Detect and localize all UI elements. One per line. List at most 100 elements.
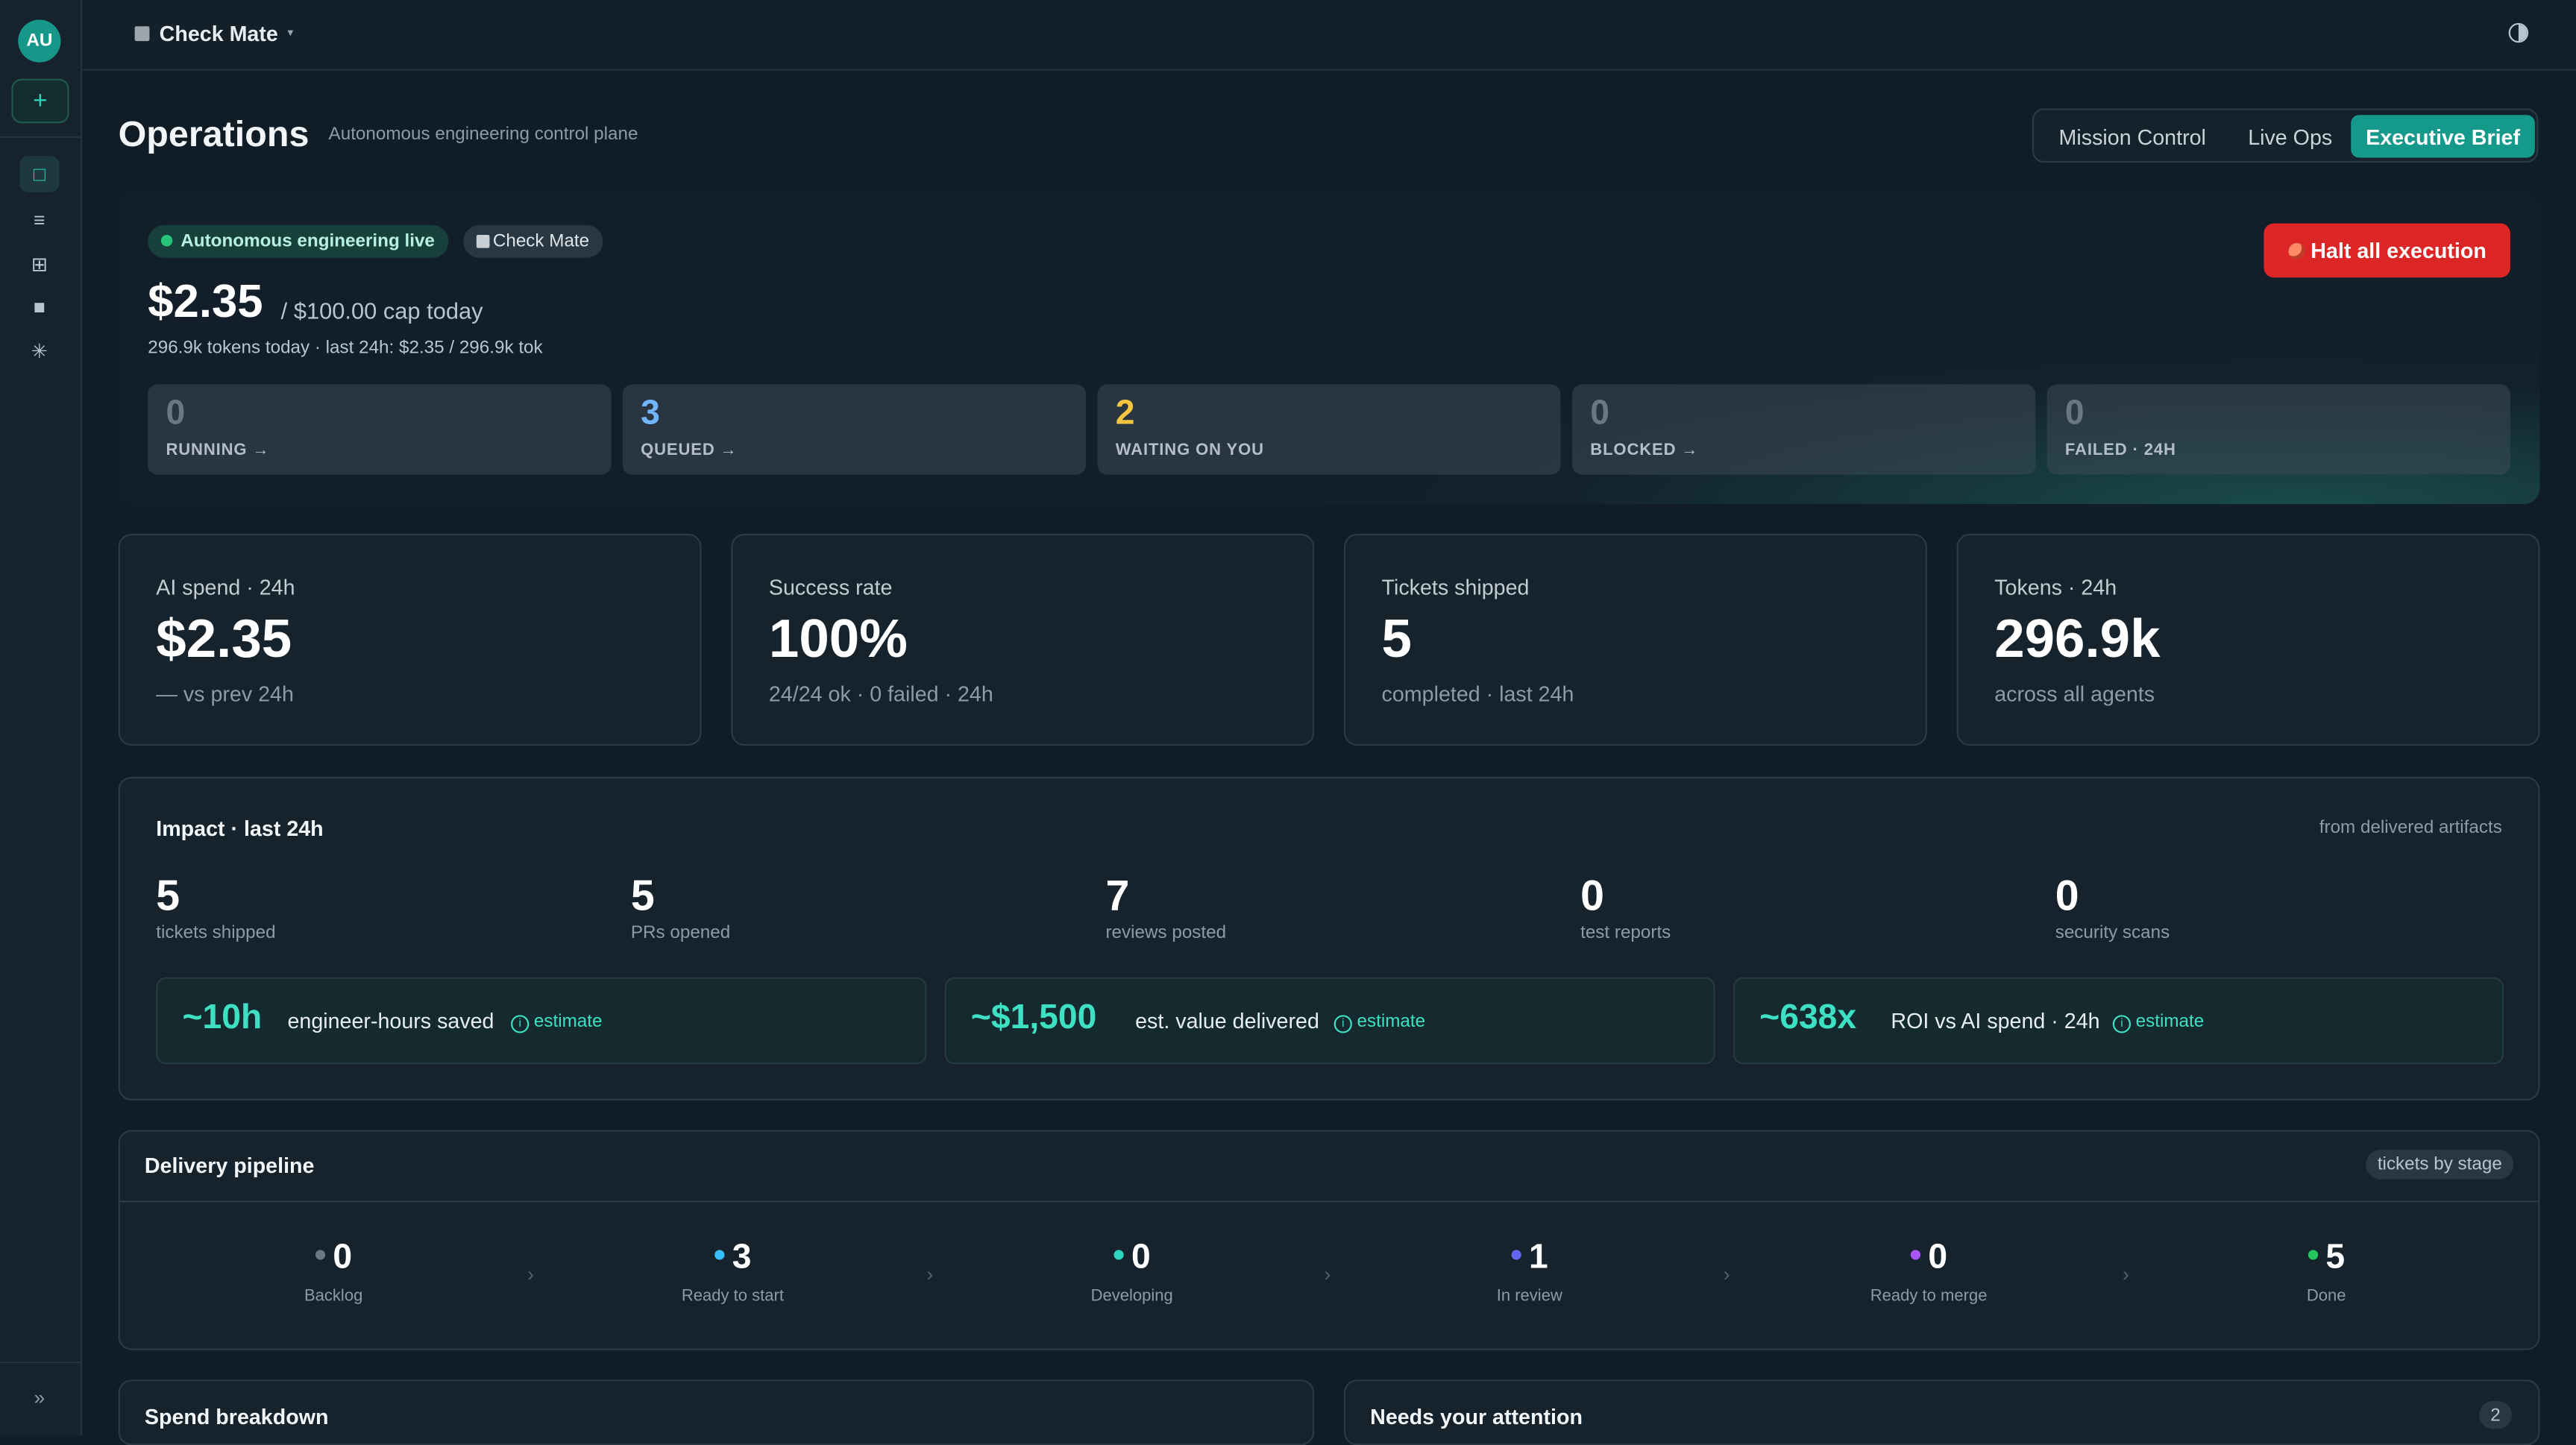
- stage-dot: [315, 1250, 325, 1260]
- needs-attention-card: Needs your attention 2: [1343, 1379, 2540, 1445]
- stage-value: 3: [732, 1238, 752, 1276]
- square-icon[interactable]: ■: [19, 289, 59, 325]
- impact-stat: 7 reviews posted: [1105, 869, 1226, 942]
- kpi-value: $2.35: [156, 608, 292, 669]
- stage-ready-to-start[interactable]: 3 Ready to start: [585, 1237, 881, 1306]
- stat-failed[interactable]: 0 FAILED · 24H: [2046, 384, 2510, 475]
- stat-queued[interactable]: 3 QUEUED →: [622, 384, 1087, 475]
- estimate-label: engineer-hours saved: [287, 1008, 494, 1033]
- estimate-roi: ~638x ROI vs AI spend · 24h i estimate: [1732, 977, 2504, 1065]
- tab-executive-brief[interactable]: Executive Brief: [2351, 115, 2535, 158]
- stat-value: 0: [166, 394, 186, 432]
- stage-value: 0: [1928, 1238, 1948, 1276]
- asterisk-icon[interactable]: ✳: [19, 333, 59, 369]
- pipeline-badge: tickets by stage: [2366, 1149, 2514, 1180]
- stage-label: Backlog: [304, 1287, 363, 1306]
- stage-dot: [714, 1250, 724, 1260]
- stage-developing[interactable]: 0 Developing: [984, 1237, 1280, 1306]
- kpi-sub: 24/24 ok · 0 failed · 24h: [768, 681, 993, 707]
- theme-toggle-icon[interactable]: [2508, 22, 2529, 43]
- stage-ready-to-merge[interactable]: 0 Ready to merge: [1781, 1237, 2077, 1306]
- stage-label: Developing: [1090, 1287, 1173, 1306]
- impact-stat: 0 test reports: [1580, 869, 1671, 942]
- estimate-value-delivered: ~$1,500 est. value delivered i estimate: [944, 977, 1715, 1065]
- estimate-tag-label: estimate: [533, 1011, 603, 1032]
- kpi-label: Tickets shipped: [1381, 574, 1530, 600]
- chevron-right-icon: ›: [926, 1262, 934, 1286]
- stat-running[interactable]: 0 RUNNING →: [148, 384, 612, 475]
- halt-all-button[interactable]: Halt all execution: [2264, 223, 2510, 278]
- new-button[interactable]: +: [11, 78, 69, 124]
- stage-value: 1: [1529, 1238, 1548, 1276]
- info-icon: i: [2112, 1015, 2132, 1033]
- stage-label: In review: [1496, 1287, 1562, 1306]
- stat-label: RUNNING →: [166, 441, 270, 460]
- tab-live-ops[interactable]: Live Ops: [2229, 115, 2351, 157]
- kpi-tokens: Tokens · 24h 296.9k across all agents: [1956, 533, 2540, 746]
- impact-stat: 5 tickets shipped: [156, 869, 275, 942]
- stat-blocked[interactable]: 0 BLOCKED →: [1572, 384, 2036, 475]
- stage-label: Ready to merge: [1870, 1287, 1988, 1306]
- workspace-icon: [134, 26, 150, 42]
- impact-note: from delivered artifacts: [2319, 817, 2502, 838]
- needs-attention-title: Needs your attention: [1370, 1404, 1583, 1429]
- impact-stat: 0 security scans: [2055, 869, 2170, 942]
- stat-label: FAILED · 24H: [2064, 441, 2176, 460]
- expand-sidebar-icon[interactable]: »: [19, 1379, 59, 1415]
- stat-value: 0: [1590, 394, 1610, 432]
- stage-in-review[interactable]: 1 In review: [1382, 1237, 1678, 1306]
- estimate-label: ROI vs AI spend · 24h: [1891, 1008, 2100, 1033]
- top-bar: Check Mate ▾: [82, 0, 2576, 71]
- estimate-tag[interactable]: i estimate: [2112, 1011, 2205, 1033]
- stage-dot: [1910, 1250, 1920, 1260]
- kpi-sub: — vs prev 24h: [156, 681, 294, 707]
- kpi-tickets-shipped: Tickets shipped 5 completed · last 24h: [1343, 533, 1927, 746]
- tab-mission-control[interactable]: Mission Control: [2039, 115, 2226, 157]
- stat-value: 0: [2064, 394, 2085, 432]
- list-icon[interactable]: ≡: [19, 202, 59, 238]
- impact-stat: 5 PRs opened: [631, 869, 730, 942]
- estimate-tag[interactable]: i estimate: [1333, 1012, 1425, 1033]
- avatar[interactable]: AU: [18, 19, 61, 63]
- impact-title: Impact · last 24h: [156, 816, 324, 841]
- stage-backlog[interactable]: 0 Backlog: [186, 1237, 482, 1306]
- stage-label: Ready to start: [681, 1287, 785, 1306]
- grid-icon[interactable]: ⊞: [19, 246, 59, 282]
- stage-label: Done: [2306, 1287, 2346, 1306]
- stat-label: WAITING ON YOU: [1115, 441, 1264, 460]
- impact-value: 0: [2055, 870, 2079, 920]
- stage-dot: [2308, 1250, 2318, 1260]
- kpi-label: AI spend · 24h: [156, 574, 295, 600]
- stat-value: 3: [641, 394, 660, 432]
- tokens-summary: 296.9k tokens today · last 24h: $2.35 / …: [148, 338, 543, 359]
- chevron-down-icon[interactable]: ▾: [287, 26, 293, 39]
- live-status-badge: Autonomous engineering live: [148, 224, 448, 258]
- kpi-sub: across all agents: [1994, 681, 2155, 707]
- impact-label: security scans: [2055, 922, 2170, 943]
- chevron-right-icon: ›: [1723, 1262, 1730, 1286]
- view-switcher: Mission Control Live Ops Executive Brief: [2032, 108, 2539, 163]
- kpi-value: 100%: [768, 608, 908, 669]
- dashboard-icon[interactable]: □: [19, 156, 60, 192]
- workspace-switcher[interactable]: Check Mate: [160, 22, 278, 46]
- spend-breakdown-title: Spend breakdown: [144, 1404, 329, 1429]
- spend-today: $2.35: [148, 276, 263, 327]
- pipeline-title: Delivery pipeline: [144, 1153, 315, 1178]
- kpi-value: 296.9k: [1994, 608, 2161, 669]
- stage-dot: [1113, 1250, 1123, 1260]
- kpi-label: Success rate: [768, 574, 893, 600]
- impact-value: 5: [630, 870, 655, 920]
- stage-dot: [1510, 1250, 1521, 1260]
- stage-value: 5: [2325, 1238, 2346, 1276]
- kpi-success-rate: Success rate 100% 24/24 ok · 0 failed · …: [731, 533, 1315, 746]
- estimate-tag-label: estimate: [2135, 1011, 2205, 1032]
- stage-done[interactable]: 5 Done: [2178, 1237, 2475, 1306]
- stat-label: BLOCKED →: [1590, 441, 1699, 460]
- chevron-right-icon: ›: [2123, 1262, 2129, 1286]
- stat-waiting[interactable]: 2 WAITING ON YOU: [1097, 384, 1561, 475]
- stat-label: QUEUED →: [641, 441, 738, 460]
- kpi-ai-spend: AI spend · 24h $2.35 — vs prev 24h: [118, 533, 702, 746]
- estimate-tag[interactable]: i estimate: [511, 1012, 602, 1033]
- chevron-right-icon: ›: [1324, 1262, 1331, 1286]
- estimate-hours-saved: ~10h engineer-hours saved i estimate: [156, 977, 927, 1065]
